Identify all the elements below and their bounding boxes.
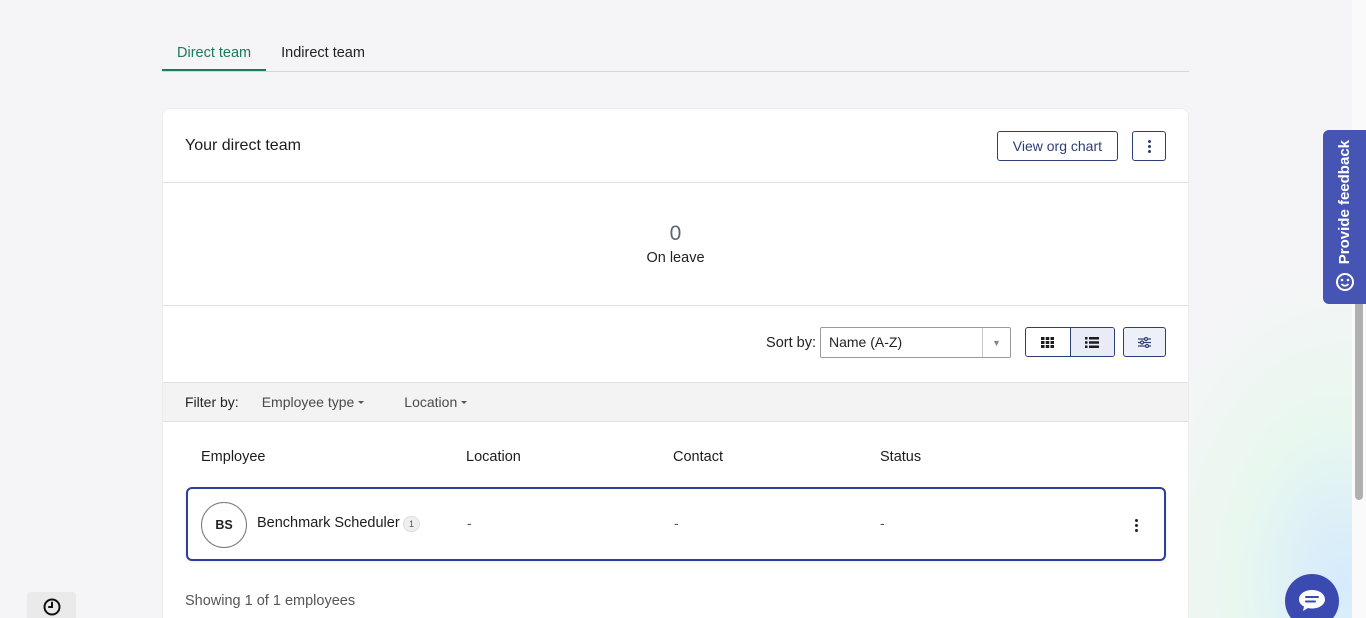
- filter-location[interactable]: Location: [404, 394, 468, 410]
- on-leave-stat: 0 On leave: [163, 183, 1188, 306]
- employee-status: -: [880, 515, 885, 531]
- filter-employee-type[interactable]: Employee type: [262, 394, 365, 410]
- tab-direct-team[interactable]: Direct team: [162, 36, 267, 71]
- filter-employee-type-label: Employee type: [261, 394, 355, 410]
- column-location: Location: [466, 449, 521, 465]
- table-header: Employee Location Contact Status: [163, 422, 1188, 486]
- column-contact: Contact: [673, 449, 723, 465]
- view-toggle: [1025, 327, 1115, 357]
- sort-select[interactable]: Name (A-Z) ▼: [820, 327, 1011, 358]
- chat-button[interactable]: [1285, 574, 1339, 618]
- sort-value: Name (A-Z): [821, 328, 983, 357]
- feedback-label: Provide feedback: [1336, 139, 1353, 264]
- list-toolbar: Sort by: Name (A-Z) ▼: [163, 306, 1188, 382]
- display-settings-button[interactable]: [1123, 327, 1166, 357]
- view-org-chart-button[interactable]: View org chart: [996, 131, 1118, 161]
- sort-label: Sort by:: [766, 335, 816, 351]
- chat-icon: [1299, 590, 1325, 611]
- column-status: Status: [880, 449, 922, 465]
- employee-location: -: [467, 515, 472, 531]
- kebab-icon: [1147, 139, 1151, 153]
- history-button[interactable]: [27, 592, 76, 618]
- sliders-icon: [1138, 336, 1151, 348]
- card-header: Your direct team View org chart: [163, 109, 1188, 183]
- provide-feedback-tab[interactable]: Provide feedback: [1323, 130, 1366, 304]
- employee-count-badge: 1: [403, 516, 420, 532]
- showing-count: Showing 1 of 1 employees: [185, 593, 356, 609]
- avatar: BS: [201, 502, 247, 548]
- caret-down-icon: [358, 400, 365, 404]
- grid-view-button[interactable]: [1026, 328, 1070, 356]
- employee-name[interactable]: Benchmark Scheduler: [257, 515, 400, 531]
- on-leave-label: On leave: [646, 250, 705, 266]
- card-title: Your direct team: [185, 136, 301, 154]
- smiley-icon: [1335, 273, 1354, 291]
- filter-bar: Filter by: Employee type Location: [163, 382, 1188, 422]
- table-row[interactable]: BS Benchmark Scheduler 1 - - -: [186, 487, 1166, 561]
- caret-down-icon: [461, 400, 468, 404]
- filter-label: Filter by:: [185, 394, 239, 410]
- chevron-down-icon: ▼: [992, 337, 1001, 348]
- row-more-icon[interactable]: [1135, 519, 1138, 532]
- clock-icon: [43, 598, 60, 616]
- filter-location-label: Location: [404, 394, 458, 410]
- team-tabs: Direct team Indirect team: [162, 36, 1189, 72]
- tab-indirect-team[interactable]: Indirect team: [266, 36, 380, 71]
- direct-team-card: Your direct team View org chart 0 On lea…: [162, 108, 1189, 618]
- scrollbar-thumb[interactable]: [1355, 300, 1363, 500]
- list-icon: [1085, 336, 1100, 348]
- grid-icon: [1041, 336, 1055, 348]
- scrollbar-track[interactable]: [1352, 0, 1366, 618]
- card-more-button[interactable]: [1132, 131, 1166, 161]
- column-employee: Employee: [201, 449, 266, 465]
- employee-contact: -: [674, 515, 679, 531]
- list-view-button[interactable]: [1069, 328, 1114, 356]
- on-leave-count: 0: [669, 222, 682, 245]
